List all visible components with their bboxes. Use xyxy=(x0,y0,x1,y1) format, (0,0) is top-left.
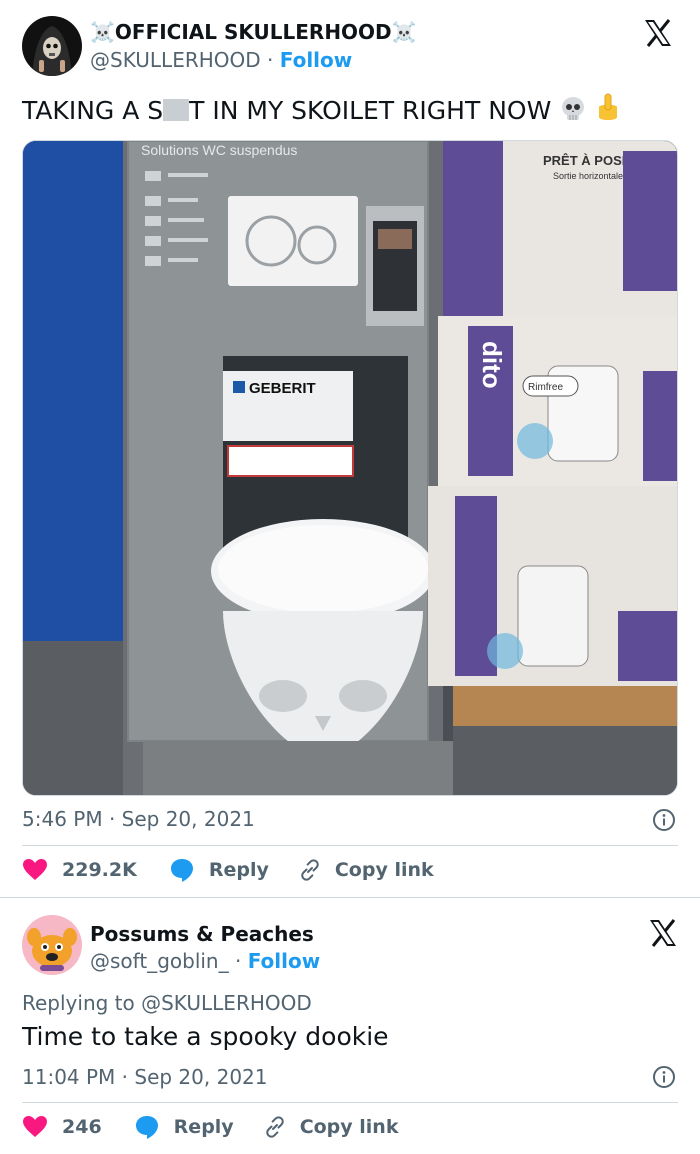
like-count: 229.2K xyxy=(62,859,137,881)
media-label-box-rimfree: Rimfree xyxy=(528,382,563,393)
reply-bubble-icon xyxy=(169,857,195,883)
reply-label: Reply xyxy=(173,1116,234,1138)
tweet-actions: 229.2K Reply Copy link xyxy=(22,857,434,883)
reply-bubble-icon xyxy=(134,1114,160,1140)
reply-tweet-actions: 246 Reply Copy link xyxy=(22,1114,398,1140)
tweet-text: TAKING A S T IN MY SKOILET RIGHT NOW xyxy=(22,93,621,130)
middle-finger-emoji-icon xyxy=(595,93,621,130)
reply-button[interactable]: Reply xyxy=(134,1114,234,1140)
media-label-box-sortie: Sortie horizontale xyxy=(553,171,623,181)
copy-link-button[interactable]: Copy link xyxy=(262,1114,399,1140)
media-label-box-dito: dito xyxy=(477,341,507,389)
reply-author-info: Possums & Peaches @soft_goblin_ · Follow xyxy=(90,922,320,974)
author-display-name[interactable]: ☠️OFFICIAL SKULLERHOOD☠️ xyxy=(90,20,417,44)
reply-tweet-text: Time to take a spooky dookie xyxy=(22,1022,389,1051)
heart-icon xyxy=(22,858,48,882)
handle-separator: · xyxy=(267,48,274,72)
tweet-reply: Possums & Peaches @soft_goblin_ · Follow… xyxy=(0,897,700,1154)
x-logo-icon[interactable] xyxy=(643,18,673,48)
divider xyxy=(22,845,678,846)
media-label-solutions: Solutions WC suspendus xyxy=(141,142,297,158)
info-icon[interactable] xyxy=(652,1065,676,1089)
skull-emoji-icon xyxy=(559,95,587,130)
reply-author-handle[interactable]: @soft_goblin_ xyxy=(90,949,229,973)
reply-label: Reply xyxy=(208,859,269,881)
link-icon xyxy=(262,1114,288,1140)
reply-button[interactable]: Reply xyxy=(169,857,269,883)
heart-icon xyxy=(22,1115,48,1139)
divider xyxy=(22,1102,678,1103)
tweet-media-photo[interactable]: Solutions WC suspendus GEBERIT PRÊT À PO… xyxy=(22,140,678,796)
tweet-main: ☠️OFFICIAL SKULLERHOOD☠️ @SKULLERHOOD · … xyxy=(0,0,700,897)
reply-follow-button[interactable]: Follow xyxy=(248,949,321,973)
link-icon xyxy=(297,857,323,883)
info-icon[interactable] xyxy=(652,808,676,832)
author-handle[interactable]: @SKULLERHOOD xyxy=(90,48,261,72)
tweet-text-part1: TAKING A S xyxy=(22,96,164,125)
tweet-text-part2: T IN MY SKOILET RIGHT NOW xyxy=(189,96,552,125)
censored-block xyxy=(163,99,190,121)
copy-link-label: Copy link xyxy=(299,1116,399,1138)
replying-to[interactable]: Replying to @SKULLERHOOD xyxy=(22,990,312,1016)
like-button[interactable]: 246 xyxy=(22,1115,102,1139)
reply-author-display-name[interactable]: Possums & Peaches xyxy=(90,922,320,946)
reply-timestamp[interactable]: 11:04 PM · Sep 20, 2021 xyxy=(22,1065,268,1089)
tweet-timestamp[interactable]: 5:46 PM · Sep 20, 2021 xyxy=(22,807,255,831)
author-handle-line: @SKULLERHOOD · Follow xyxy=(90,47,417,73)
reply-author-handle-line: @soft_goblin_ · Follow xyxy=(90,948,320,974)
follow-button[interactable]: Follow xyxy=(280,48,353,72)
author-info: ☠️OFFICIAL SKULLERHOOD☠️ @SKULLERHOOD · … xyxy=(90,20,417,73)
x-logo-icon[interactable] xyxy=(648,918,678,948)
media-label-geberit: GEBERIT xyxy=(249,380,316,397)
reply-author-avatar[interactable] xyxy=(22,915,82,975)
copy-link-button[interactable]: Copy link xyxy=(297,857,434,883)
like-count: 246 xyxy=(62,1116,102,1138)
copy-link-label: Copy link xyxy=(334,859,434,881)
like-button[interactable]: 229.2K xyxy=(22,858,137,882)
handle-separator: · xyxy=(234,949,242,973)
author-avatar[interactable] xyxy=(22,16,82,76)
